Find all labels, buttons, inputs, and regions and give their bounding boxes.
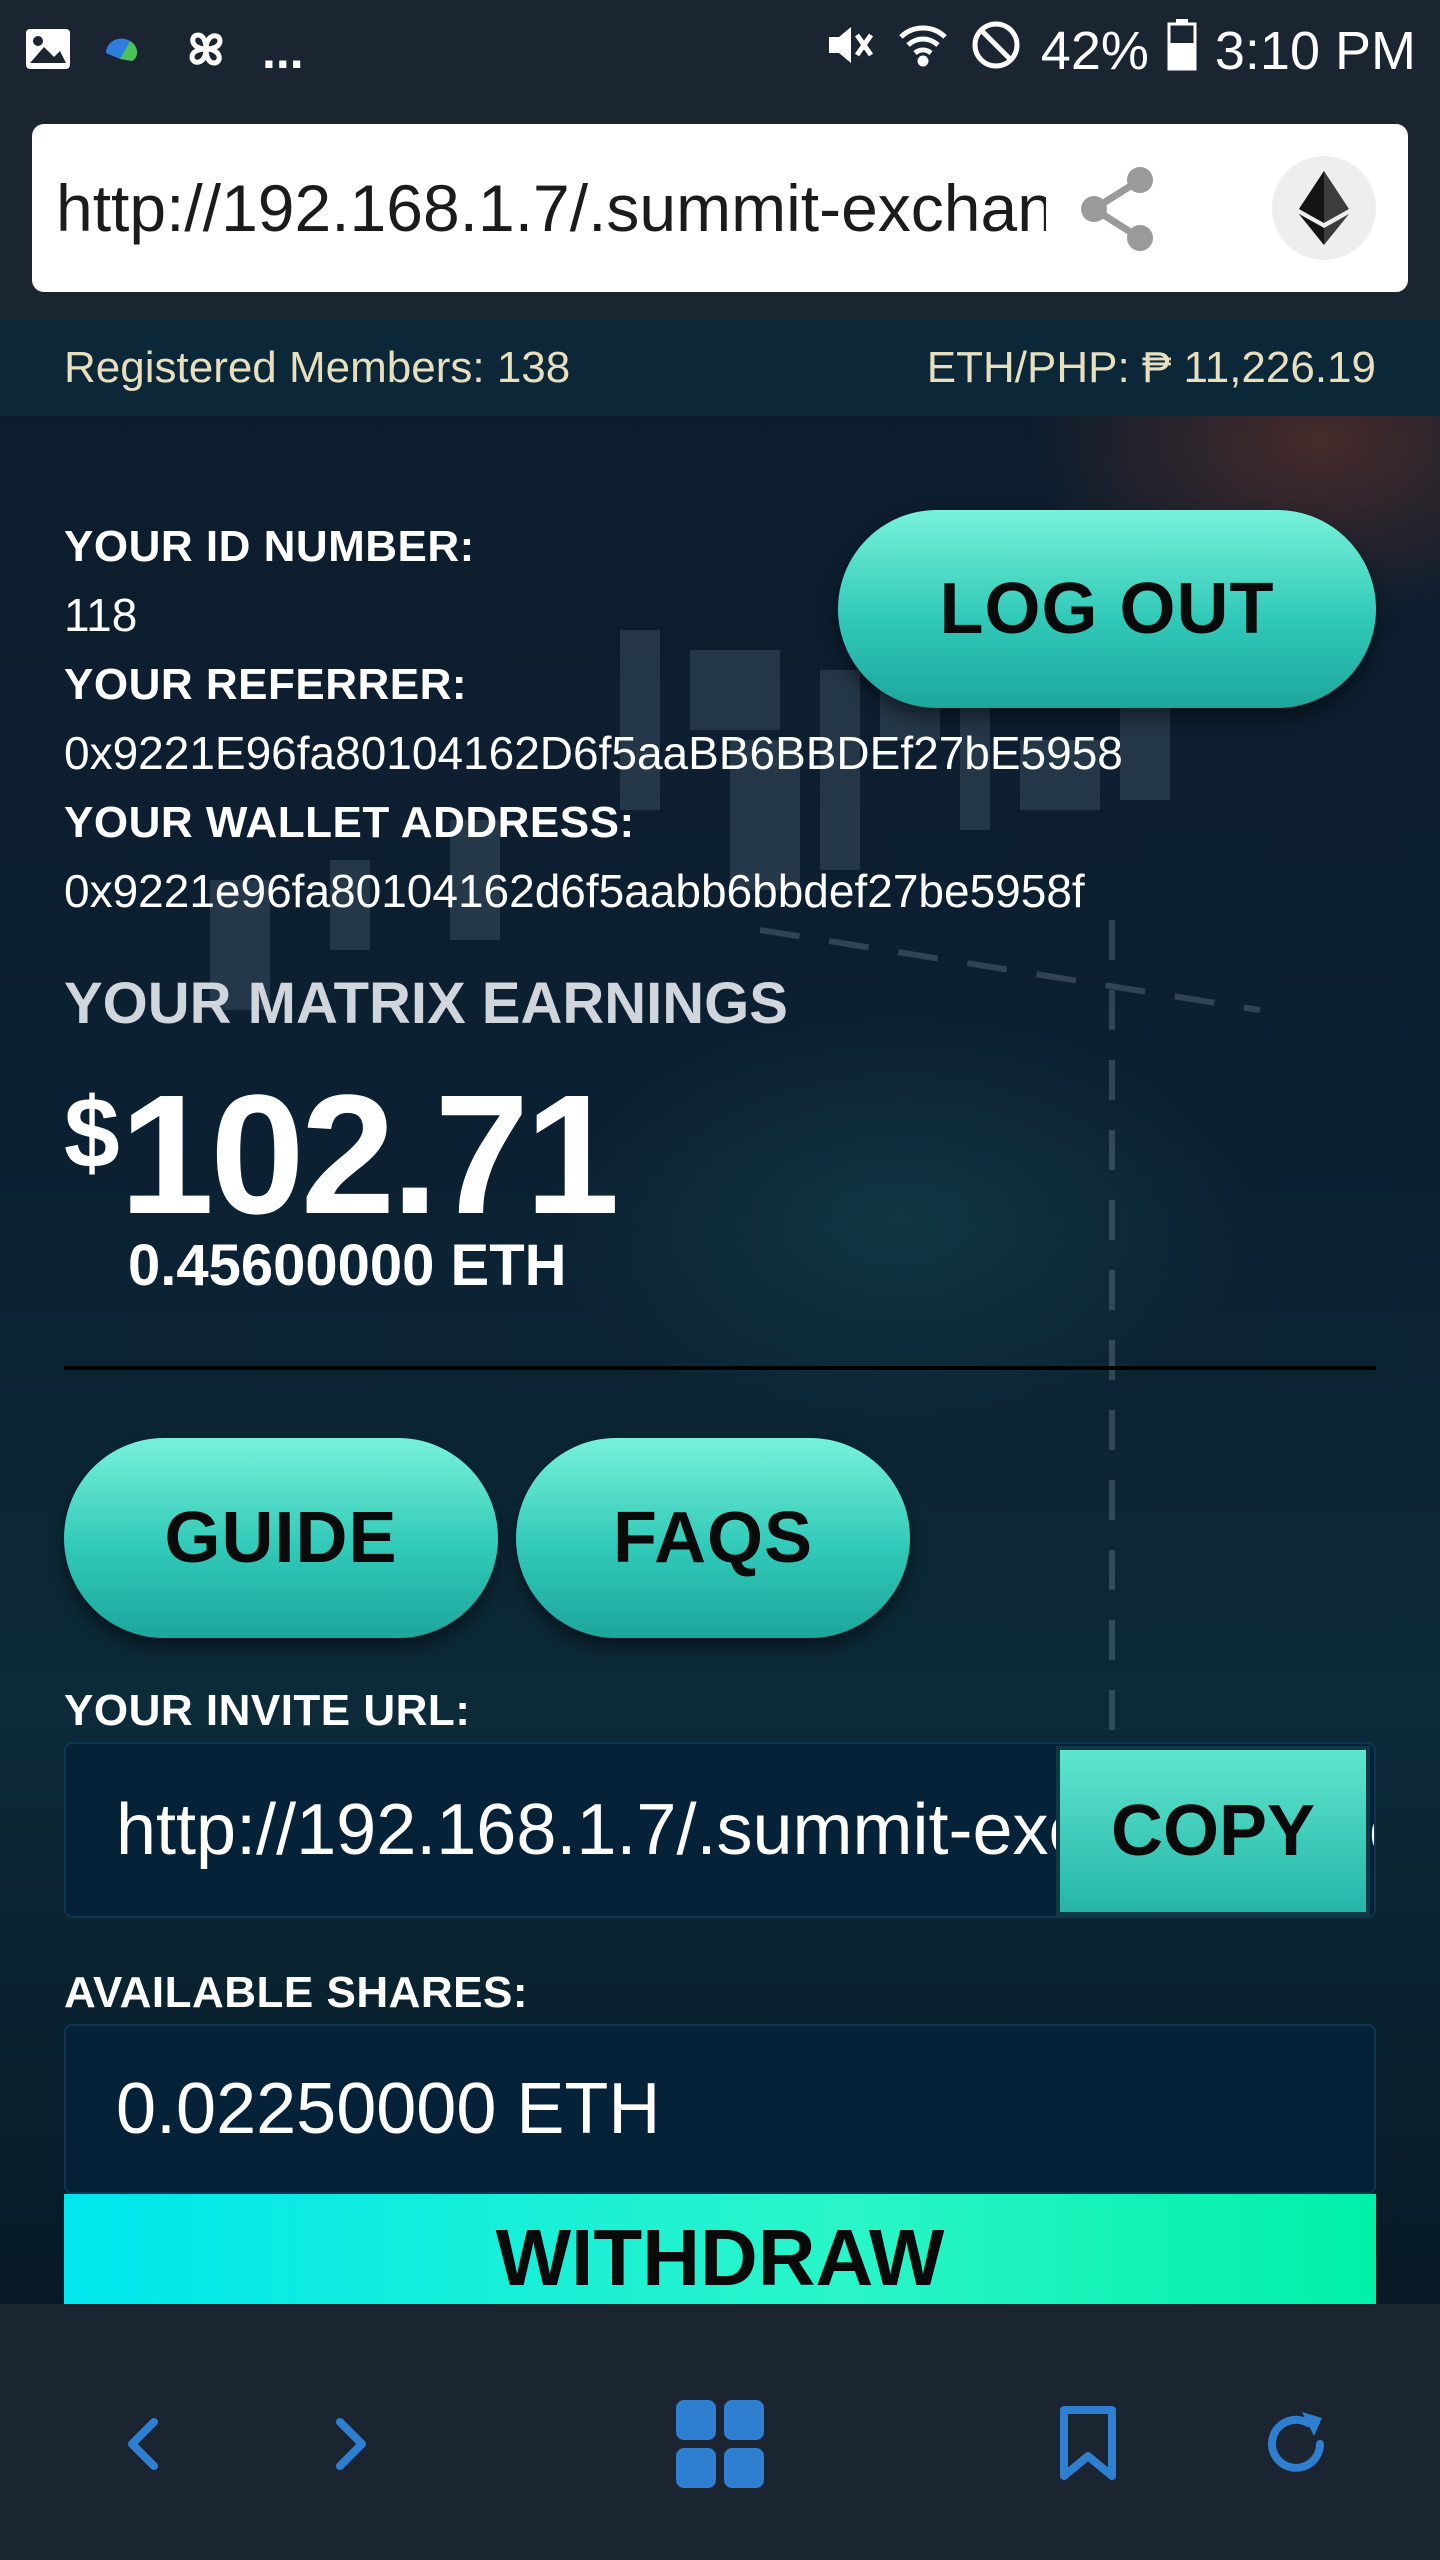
wallet-address-value: 0x9221e96fa80104162d6f5aabb6bbdef27be595… xyxy=(64,865,1085,917)
ethereum-icon[interactable] xyxy=(1272,156,1376,260)
id-number-text: 118 xyxy=(64,589,138,641)
back-icon[interactable] xyxy=(84,2384,204,2504)
earnings-eth: 0.45600000 ETH xyxy=(128,1233,567,1298)
address-bar[interactable]: http://192.168.1.7/.summit-exchange xyxy=(32,124,1408,292)
available-shares-field: 0.02250000 ETH xyxy=(64,2024,1376,2194)
copy-button[interactable]: COPY xyxy=(1056,1746,1370,1916)
mute-icon xyxy=(821,17,877,86)
wallet-address-label: YOUR WALLET ADDRESS: xyxy=(64,798,635,847)
app-icon xyxy=(102,25,150,78)
tabs-icon[interactable] xyxy=(660,2384,780,2504)
invite-url-field[interactable]: http://192.168.1.7/.summit-exchange/?ref… xyxy=(64,1742,1376,1918)
divider xyxy=(64,1366,1376,1370)
info-strip: Registered Members: 138 ETH/PHP: ₱ 11,22… xyxy=(0,320,1440,416)
refresh-icon[interactable] xyxy=(1236,2384,1356,2504)
available-shares-label: AVAILABLE SHARES: xyxy=(64,1968,528,2017)
status-bar: ... 42% 3:10 PM xyxy=(0,0,1440,102)
withdraw-button[interactable]: WITHDRAW xyxy=(64,2194,1376,2304)
faqs-button[interactable]: FAQS xyxy=(516,1438,910,1638)
pinwheel-icon xyxy=(180,23,232,80)
invite-url-label: YOUR INVITE URL: xyxy=(64,1686,471,1735)
id-number-label: YOUR ID NUMBER: xyxy=(64,522,475,571)
url-text[interactable]: http://192.168.1.7/.summit-exchange xyxy=(56,170,1046,246)
guide-button[interactable]: GUIDE xyxy=(64,1438,498,1638)
registered-members: Registered Members: 138 xyxy=(64,343,571,392)
bookmark-icon[interactable] xyxy=(1028,2384,1148,2504)
referrer-value: 0x9221E96fa80104162D6f5aaBB6BBDEf27bE595… xyxy=(64,727,1123,779)
share-icon[interactable] xyxy=(1074,164,1164,254)
page-content: Registered Members: 138 ETH/PHP: ₱ 11,22… xyxy=(0,320,1440,2304)
gallery-icon xyxy=(24,25,72,78)
id-number-value: 118 xyxy=(64,588,137,642)
earnings-value: 102.71 xyxy=(119,1060,620,1250)
battery-percent: 42% xyxy=(1040,21,1149,81)
status-overflow: ... xyxy=(262,23,304,79)
currency-symbol: $ xyxy=(64,1077,120,1189)
referrer-label: YOUR REFERRER: xyxy=(64,660,468,709)
battery-icon xyxy=(1167,18,1197,84)
matrix-earnings-title: YOUR MATRIX EARNINGS xyxy=(64,971,788,1036)
block-icon xyxy=(969,18,1023,85)
earnings-amount: $ 102.71 xyxy=(64,1060,620,1250)
logout-button[interactable]: LOG OUT xyxy=(838,510,1376,708)
wifi-icon xyxy=(895,17,951,86)
available-shares-value: 0.02250000 ETH xyxy=(116,2069,661,2149)
browser-bottom-bar xyxy=(0,2304,1440,2560)
browser-toolbar: http://192.168.1.7/.summit-exchange xyxy=(0,102,1440,320)
status-time: 3:10 PM xyxy=(1214,21,1416,81)
forward-icon[interactable] xyxy=(290,2384,410,2504)
eth-php-rate: ETH/PHP: ₱ 11,226.19 xyxy=(926,343,1376,392)
